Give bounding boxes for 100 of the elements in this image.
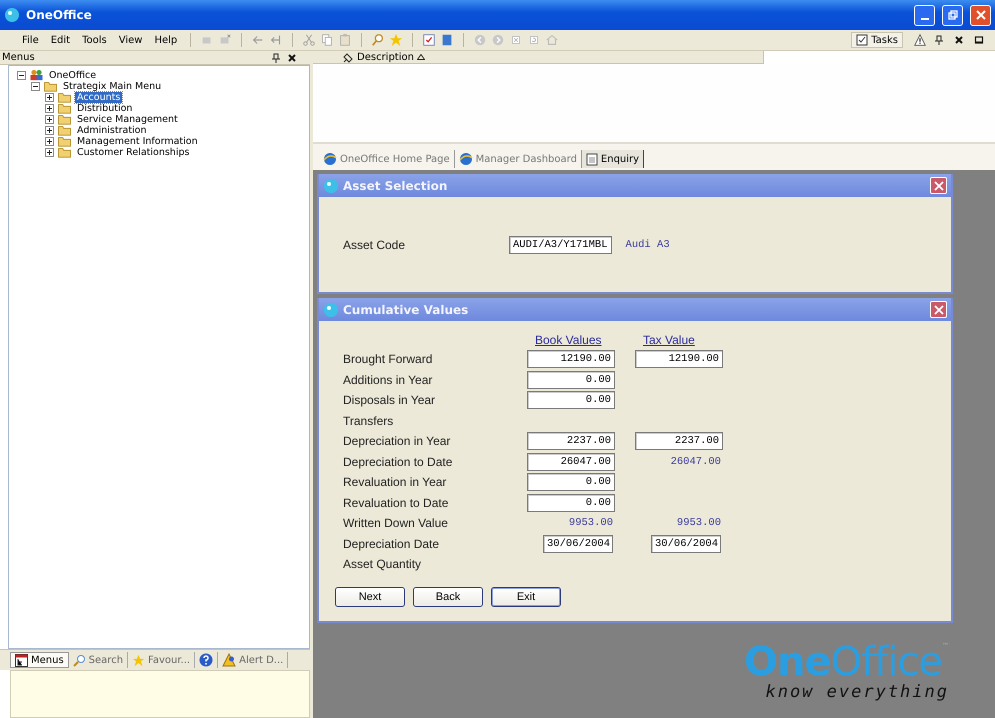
search-icon[interactable] <box>371 33 386 47</box>
globe-icon <box>4 7 20 23</box>
close-button[interactable] <box>930 301 947 318</box>
column-link[interactable]: Tax Value <box>643 333 695 347</box>
maximize-icon[interactable] <box>974 35 984 45</box>
expand-icon[interactable] <box>45 92 54 102</box>
checklist-icon[interactable] <box>422 33 436 47</box>
value-field[interactable]: 2237.00 <box>527 432 615 450</box>
value-field[interactable]: 0.00 <box>527 494 615 512</box>
value-field[interactable]: 0.00 <box>527 370 615 388</box>
dialog-title: Asset Selection <box>343 178 448 192</box>
pin-icon[interactable] <box>271 52 281 62</box>
minimize-icon <box>920 18 928 20</box>
tree-item[interactable]: Accounts <box>75 92 122 103</box>
close-button[interactable] <box>970 4 991 26</box>
date-field[interactable]: 30/06/2004 <box>651 534 721 552</box>
asset-description: Audi A3 <box>626 238 670 250</box>
field-label: Asset Code <box>343 238 406 252</box>
folder-icon <box>57 135 72 148</box>
globe-icon <box>323 152 337 166</box>
restore-icon <box>948 10 958 20</box>
folder-icon <box>57 91 72 104</box>
collapse-icon[interactable] <box>17 70 26 80</box>
panel-title: Menus <box>2 52 35 63</box>
tree-item[interactable]: Distribution <box>75 102 134 114</box>
row-label: Brought Forward <box>343 352 434 366</box>
panel-tab[interactable]: Search <box>68 652 128 668</box>
help-icon <box>199 653 214 667</box>
close-icon[interactable] <box>954 35 964 45</box>
star-icon <box>132 654 146 666</box>
close-icon <box>934 180 944 190</box>
folder-icon <box>57 102 72 114</box>
close-icon <box>976 10 986 20</box>
expand-icon[interactable] <box>45 114 54 124</box>
menu-item[interactable]: File <box>18 34 43 46</box>
asset-code-field[interactable]: AUDI/A3/Y171MBL <box>509 236 612 254</box>
value-field[interactable]: 2237.00 <box>635 432 723 450</box>
document-tab[interactable]: Manager Dashboard <box>454 150 582 168</box>
tree-item[interactable]: Strategix Main Menu <box>61 80 164 92</box>
star-icon[interactable] <box>389 33 404 47</box>
row-label: Depreciation in Year <box>343 434 452 448</box>
document-tab[interactable]: Enquiry <box>582 150 644 168</box>
row-label: Depreciation Date <box>343 536 440 550</box>
menu-item[interactable]: Tools <box>78 34 111 46</box>
logo-tagline: know everything <box>765 682 949 702</box>
panel-tab[interactable]: Favour... <box>128 652 196 668</box>
restore-button[interactable] <box>942 4 963 26</box>
row-label: Revaluation to Date <box>343 496 450 510</box>
row-label: Written Down Value <box>343 516 449 530</box>
row-label: Depreciation to Date <box>343 454 454 468</box>
folder-icon <box>57 113 72 126</box>
menu-item[interactable]: Help <box>150 34 182 46</box>
date-field[interactable]: 30/06/2004 <box>543 534 613 552</box>
row-label: Asset Quantity <box>343 557 422 571</box>
value-field[interactable]: 26047.00 <box>527 452 615 470</box>
value-text: 26047.00 <box>670 456 721 468</box>
tree-item[interactable]: Service Management <box>75 114 180 125</box>
search-icon <box>72 654 86 666</box>
window-title: OneOffice <box>26 8 92 22</box>
minimize-button[interactable] <box>914 4 935 26</box>
column-header[interactable]: Description <box>313 51 764 64</box>
row-label: Disposals in Year <box>343 393 436 407</box>
expand-icon[interactable] <box>45 148 54 157</box>
close-button[interactable] <box>930 177 947 194</box>
panel-tab[interactable]: Menus <box>10 652 69 668</box>
value-field[interactable]: 0.00 <box>527 473 615 491</box>
row-label: Transfers <box>343 414 394 428</box>
value-field[interactable]: 12190.00 <box>527 350 615 368</box>
dialog-button[interactable]: Exit <box>491 586 561 606</box>
sort-ascending-icon <box>416 54 425 60</box>
globe-icon <box>458 152 473 166</box>
expand-icon[interactable] <box>45 136 54 146</box>
warning-icon[interactable] <box>913 33 927 47</box>
dialog-button[interactable]: Next <box>335 586 405 606</box>
collapse-icon[interactable] <box>31 82 40 91</box>
panel-tab[interactable]: Alert D... <box>218 652 288 668</box>
tree-item[interactable]: Customer Relationships <box>75 146 192 158</box>
globe-icon <box>323 178 339 194</box>
close-icon[interactable] <box>287 52 297 62</box>
folder-icon <box>43 80 58 92</box>
document-tab[interactable]: OneOffice Home Page <box>319 150 455 168</box>
dialog-title: Cumulative Values <box>343 302 468 316</box>
pin-icon[interactable] <box>934 35 944 45</box>
value-field[interactable]: 0.00 <box>527 391 615 409</box>
value-field[interactable]: 12190.00 <box>635 350 723 368</box>
dialog-button[interactable]: Back <box>413 586 483 606</box>
tasks-button[interactable]: Tasks <box>851 32 903 48</box>
expand-icon[interactable] <box>45 126 54 135</box>
value-text: 9953.00 <box>676 517 721 529</box>
folder-icon <box>57 124 72 136</box>
checkbox-icon <box>856 34 868 46</box>
menu-item[interactable]: View <box>114 34 146 46</box>
menu-item[interactable]: Edit <box>46 34 74 46</box>
tree-item[interactable]: Management Information <box>75 136 200 147</box>
expand-icon[interactable] <box>45 104 54 113</box>
value-text: 9953.00 <box>568 517 613 529</box>
row-label: Additions in Year <box>343 372 434 386</box>
column-link[interactable]: Book Values <box>535 333 602 347</box>
tree-item[interactable]: Administration <box>75 124 149 136</box>
tree-item[interactable]: OneOffice <box>47 70 98 81</box>
